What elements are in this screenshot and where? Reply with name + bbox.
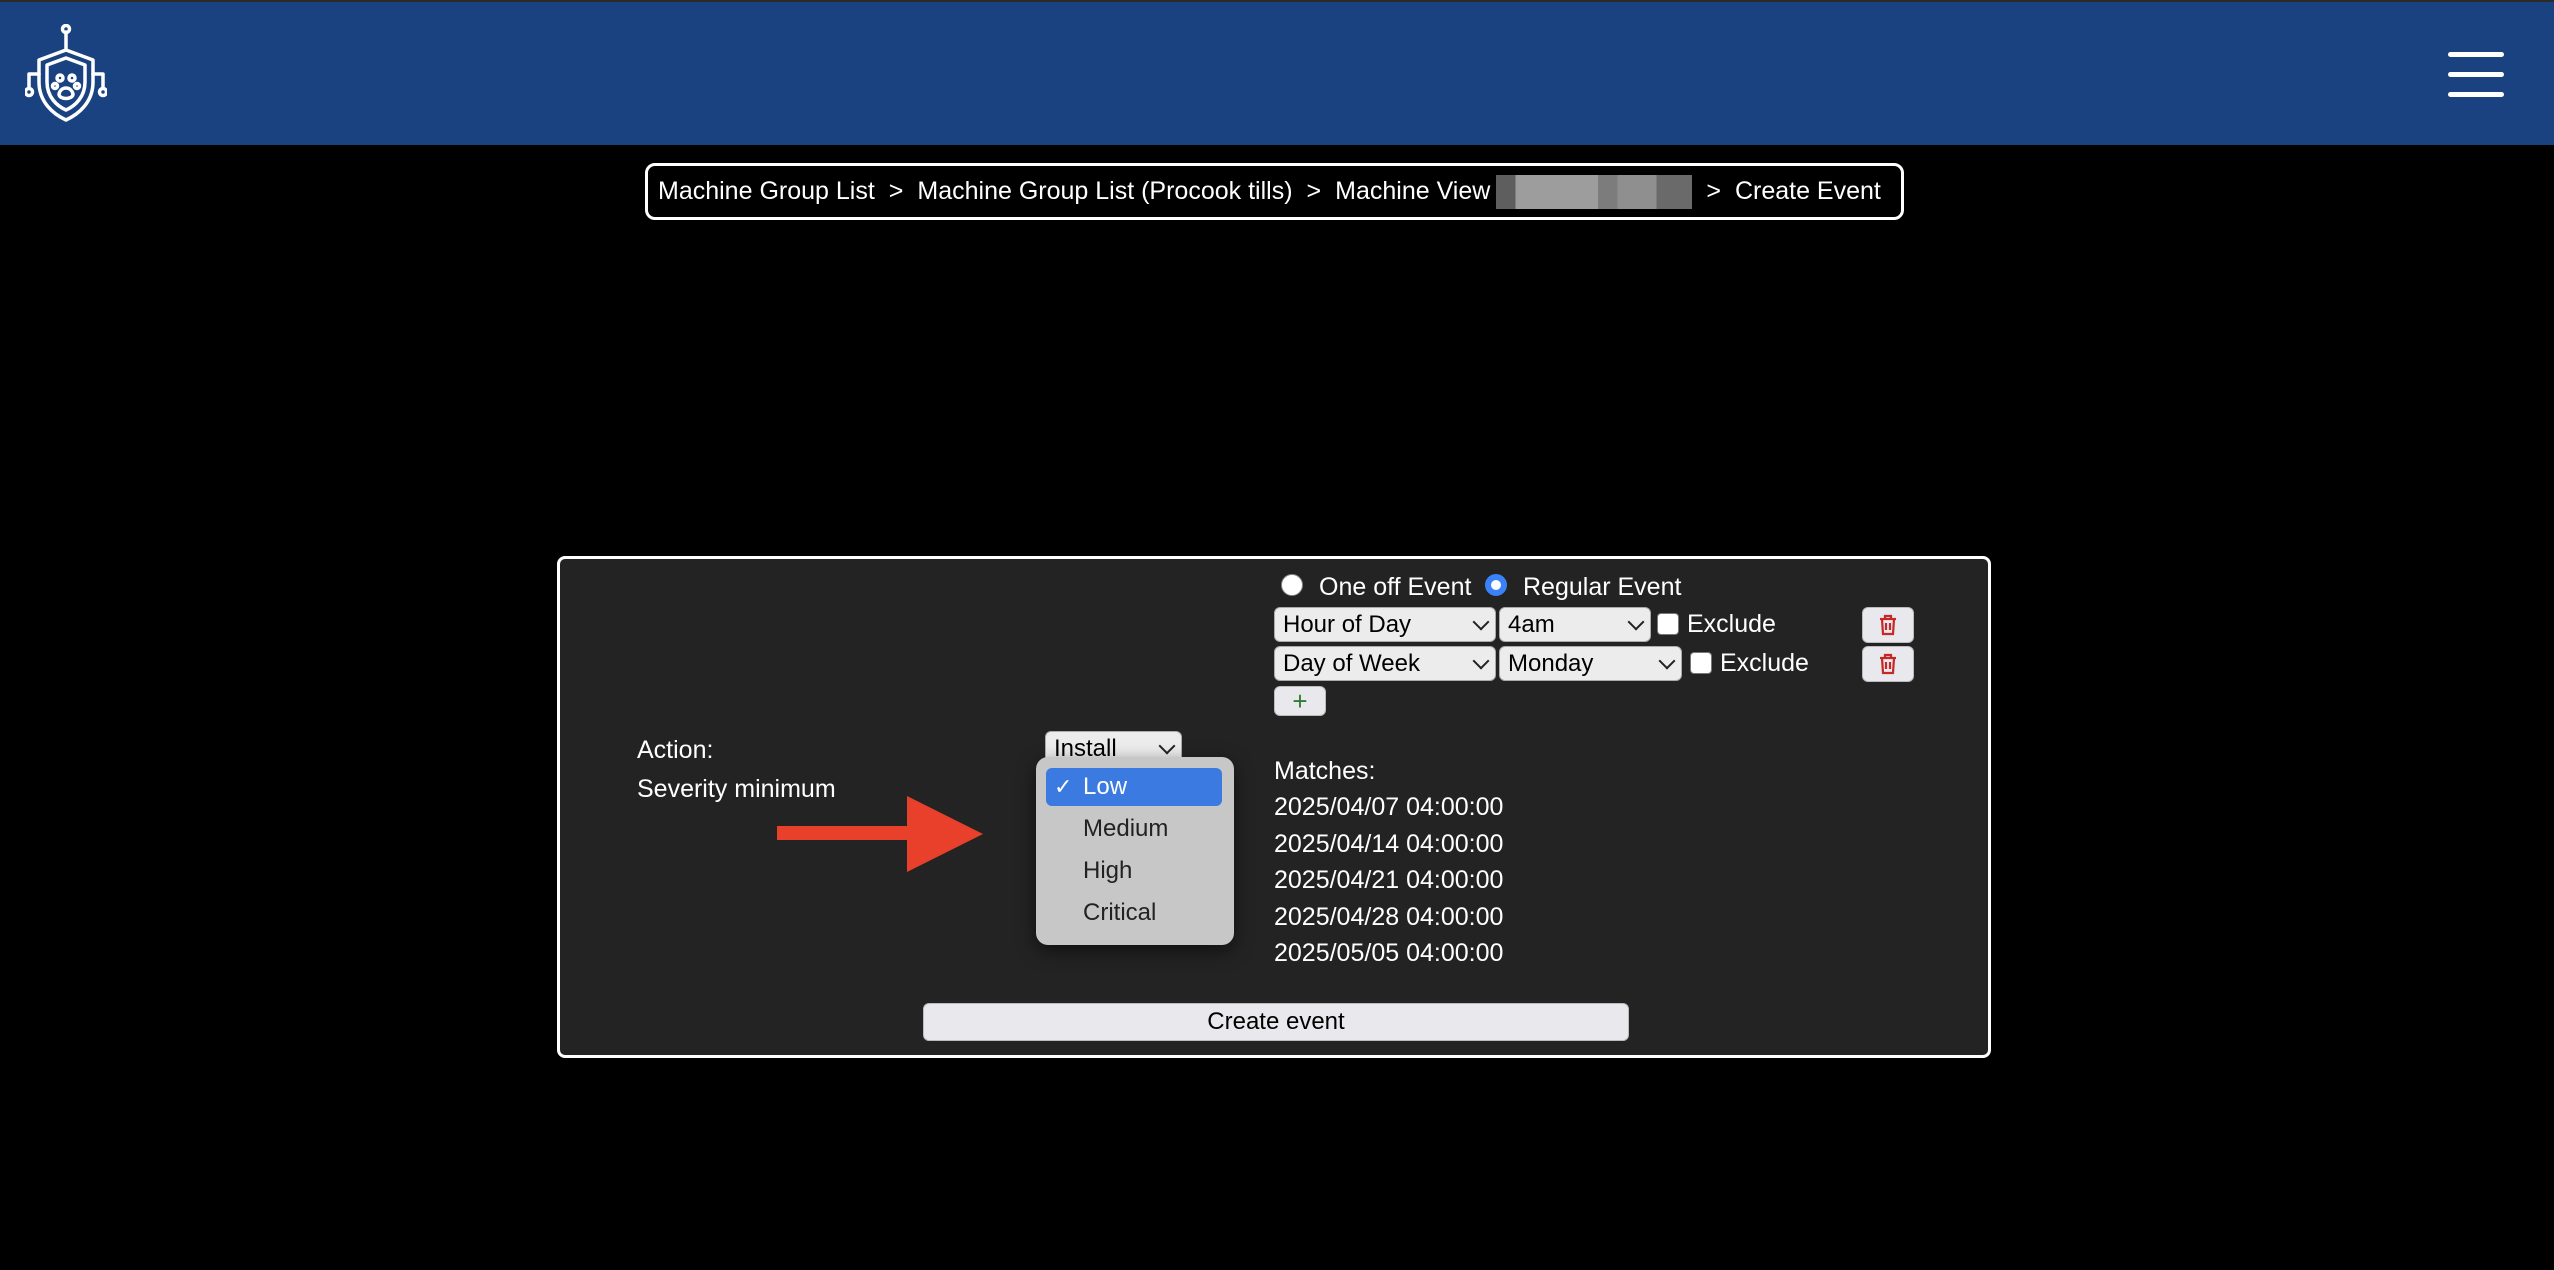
breadcrumb-separator: > — [888, 177, 904, 205]
severity-dropdown-menu: ✓ Low Medium High Critical — [1036, 757, 1234, 945]
severity-option-high[interactable]: High — [1046, 852, 1222, 890]
rule-value: 4am — [1508, 610, 1555, 638]
delete-rule-button[interactable] — [1862, 607, 1914, 643]
chevron-down-icon — [1472, 613, 1490, 630]
rule-value-select[interactable]: 4am — [1499, 607, 1651, 642]
one-off-event-label: One off Event — [1319, 573, 1472, 601]
add-rule-button[interactable]: + — [1274, 686, 1326, 716]
rule-type-value: Day of Week — [1283, 649, 1420, 677]
breadcrumb: Machine Group List > Machine Group List … — [645, 163, 1904, 220]
rule-type-select[interactable]: Day of Week — [1274, 646, 1496, 681]
match-item: 2025/04/07 04:00:00 — [1274, 793, 1504, 821]
trash-icon — [1880, 653, 1896, 675]
severity-option-critical[interactable]: Critical — [1046, 894, 1222, 932]
matches-label: Matches: — [1274, 757, 1376, 785]
rule-value: Monday — [1508, 649, 1594, 677]
match-item: 2025/04/14 04:00:00 — [1274, 830, 1504, 858]
action-label: Action: — [637, 736, 714, 764]
chevron-down-icon — [1472, 652, 1490, 669]
redacted-machine-name — [1496, 174, 1693, 209]
rule-type-select[interactable]: Hour of Day — [1274, 607, 1496, 642]
match-item: 2025/04/21 04:00:00 — [1274, 866, 1504, 894]
checkmark-icon: ✓ — [1054, 774, 1073, 799]
one-off-event-radio[interactable] — [1281, 574, 1303, 596]
severity-option-medium[interactable]: Medium — [1046, 810, 1222, 848]
chevron-down-icon — [1658, 652, 1676, 669]
breadcrumb-separator: > — [1306, 177, 1322, 205]
exclude-label: Exclude — [1720, 649, 1809, 677]
breadcrumb-machine-group-list[interactable]: Machine Group List — [658, 177, 875, 206]
exclude-checkbox[interactable] — [1657, 613, 1679, 635]
hamburger-menu-icon[interactable] — [2448, 52, 2504, 98]
create-event-panel: One off Event Regular Event Hour of Day … — [557, 556, 1991, 1058]
rule-type-value: Hour of Day — [1283, 610, 1412, 638]
severity-option-label: Medium — [1083, 815, 1169, 842]
breadcrumb-machine-group-procook[interactable]: Machine Group List (Procook tills) — [917, 177, 1292, 206]
exclude-checkbox[interactable] — [1690, 652, 1712, 674]
regular-event-label: Regular Event — [1523, 573, 1682, 601]
create-event-button[interactable]: Create event — [923, 1003, 1629, 1041]
chevron-down-icon — [1158, 737, 1176, 754]
match-item: 2025/04/28 04:00:00 — [1274, 903, 1504, 931]
severity-option-label: High — [1083, 857, 1133, 884]
match-item: 2025/05/05 04:00:00 — [1274, 939, 1504, 967]
exclude-label: Exclude — [1687, 610, 1776, 638]
severity-option-low[interactable]: ✓ Low — [1046, 768, 1222, 806]
rule-value-select[interactable]: Monday — [1499, 646, 1682, 681]
trash-icon — [1880, 614, 1896, 636]
regular-event-radio[interactable] — [1485, 574, 1507, 596]
severity-option-label: Low — [1083, 773, 1128, 800]
red-arrow-annotation-icon — [777, 796, 983, 872]
breadcrumb-machine-view[interactable]: Machine View — [1335, 177, 1490, 206]
severity-option-label: Critical — [1083, 899, 1157, 926]
breadcrumb-create-event: Create Event — [1734, 177, 1881, 205]
delete-rule-button[interactable] — [1862, 646, 1914, 682]
chevron-down-icon — [1627, 613, 1645, 630]
shield-logo-icon[interactable] — [25, 24, 107, 124]
breadcrumb-separator: > — [1706, 177, 1721, 205]
top-navbar — [0, 0, 2554, 145]
